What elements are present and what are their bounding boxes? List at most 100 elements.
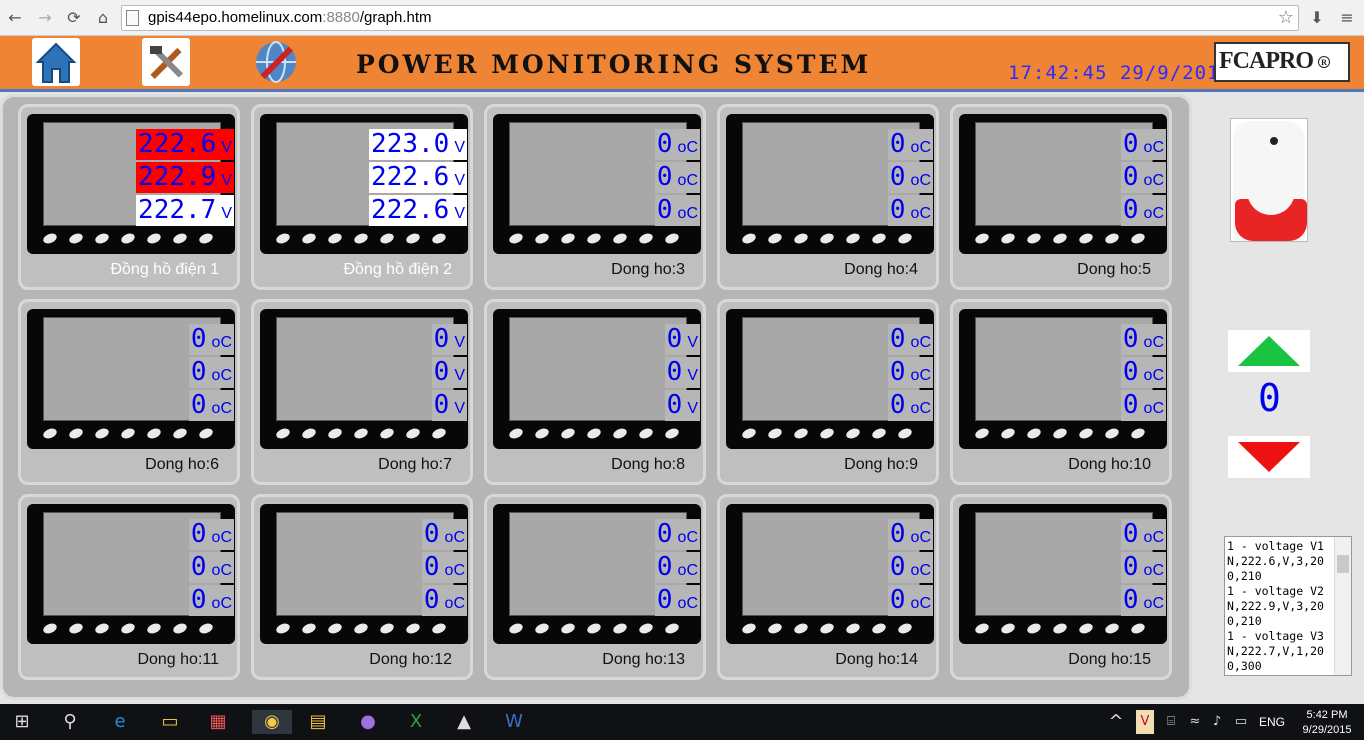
meter-card[interactable]: 0 oC 0 oC 0 oC Dong ho:3	[484, 104, 706, 290]
meter-keys	[39, 231, 225, 251]
meter-key-icon	[1025, 231, 1043, 246]
reading-unit: V	[454, 367, 465, 384]
meter-card[interactable]: 0 oC 0 oC 0 oC Dong ho:14	[717, 494, 939, 680]
meter-key-icon	[533, 621, 551, 636]
up-button[interactable]	[1228, 330, 1310, 372]
search-icon[interactable]: ⚲	[58, 710, 82, 734]
meter-device: 0 oC 0 oC 0 oC	[493, 504, 701, 644]
meter-key-icon	[430, 231, 448, 246]
paint-icon[interactable]: ●	[356, 710, 380, 734]
meter-reading: 222.6 V	[136, 129, 234, 160]
log-textarea[interactable]: 1 - voltage V1N,222.6,V,3,200,210 1 - vo…	[1224, 536, 1352, 676]
meter-reading: 0V	[664, 357, 700, 388]
keyboard-icon[interactable]: V	[1136, 710, 1154, 734]
reading-unit: oC	[677, 205, 698, 222]
meter-key-icon	[41, 231, 59, 246]
excel-icon[interactable]: X	[404, 710, 428, 734]
meter-reading: 0 oC	[654, 129, 700, 160]
windows-start-icon[interactable]: ⊞	[10, 710, 34, 734]
photos-icon[interactable]: ▲	[452, 710, 476, 734]
meter-reading: 222.6 V	[369, 195, 467, 226]
meter-key-icon	[274, 621, 292, 636]
word-icon[interactable]: W	[502, 710, 526, 734]
meter-key-icon	[300, 621, 318, 636]
meter-card[interactable]: 0 oC 0 oC 0 oC Dong ho:15	[950, 494, 1172, 680]
forward-icon[interactable]: →	[34, 7, 56, 29]
meter-key-icon	[93, 426, 111, 441]
reading-unit: oC	[910, 400, 931, 417]
back-icon[interactable]: ←	[4, 7, 26, 29]
scrollbar-thumb[interactable]	[1337, 555, 1349, 573]
edge-browser-icon[interactable]: e	[108, 710, 132, 734]
reading-unit: oC	[1143, 334, 1164, 351]
meter-key-icon	[637, 621, 655, 636]
meter-card[interactable]: 0 V 0 V 0 V Dong ho:8	[484, 299, 706, 485]
menu-icon[interactable]: ≡	[1336, 7, 1358, 29]
reading-unit: oC	[211, 334, 232, 351]
meter-card[interactable]: 0 oC 0 oC 0 oC Dong ho:5	[950, 104, 1172, 290]
folder-icon[interactable]: ▤	[306, 710, 330, 734]
meter-card[interactable]: 0 V 0 V 0 V Dong ho:7	[251, 299, 473, 485]
meter-reading: 0V	[664, 324, 700, 355]
meter-reading: 0 oC	[1120, 195, 1166, 226]
globe-icon	[256, 41, 296, 83]
home-icon[interactable]: ⌂	[92, 7, 114, 29]
reading-value: 0	[889, 552, 906, 582]
meter-label: Dong ho:6	[145, 456, 219, 473]
tray-chevron-icon[interactable]: ^	[1108, 710, 1124, 734]
alarm-siren-icon[interactable]	[1230, 118, 1308, 242]
url-text[interactable]: gpis44epo.homelinux.com:8880/graph.htm	[148, 9, 432, 26]
reading-value: 0	[423, 519, 440, 549]
meter-card[interactable]: 0 oC 0 oC 0 oC Dong ho:10	[950, 299, 1172, 485]
system-clock[interactable]: 5:42 PM 9/29/2015	[1300, 708, 1354, 738]
meter-key-icon	[67, 621, 85, 636]
meter-key-icon	[352, 621, 370, 636]
meter-reading: 222.7 V	[136, 195, 234, 226]
chrome-icon[interactable]: ◉	[252, 710, 292, 734]
meter-device: 0 oC 0 oC 0 oC	[260, 504, 468, 644]
notifications-icon[interactable]: ▭	[1232, 710, 1250, 734]
download-icon[interactable]: ⬇	[1306, 7, 1328, 29]
reading-unit: V	[687, 334, 698, 351]
reading-unit: V	[454, 334, 465, 351]
home-button[interactable]	[32, 38, 80, 86]
reading-unit: oC	[444, 595, 465, 612]
meter-card[interactable]: 0 oC 0 oC 0 oC Dong ho:13	[484, 494, 706, 680]
meter-card[interactable]: 0 oC 0 oC 0 oC Dong ho:9	[717, 299, 939, 485]
meter-card[interactable]: 0 oC 0 oC 0 oC Dong ho:6	[18, 299, 240, 485]
meter-reading: 0 oC	[421, 552, 467, 583]
bookmark-star-icon[interactable]: ☆	[1278, 7, 1294, 28]
meter-card[interactable]: 0 oC 0 oC 0 oC Dong ho:12	[251, 494, 473, 680]
meter-card[interactable]: 0 oC 0 oC 0 oC Dong ho:4	[717, 104, 939, 290]
reload-icon[interactable]: ⟳	[63, 7, 85, 29]
meter-key-icon	[999, 426, 1017, 441]
language-indicator[interactable]: ENG	[1259, 715, 1285, 729]
down-button[interactable]	[1228, 436, 1310, 478]
address-bar[interactable]: gpis44epo.homelinux.com:8880/graph.htm ☆	[121, 5, 1299, 31]
network-button[interactable]	[252, 38, 300, 86]
meter-card[interactable]: 223.0 V 222.6 V 222.6 V Đồng hồ điện 2	[251, 104, 473, 290]
meter-key-icon	[1103, 621, 1121, 636]
meter-card[interactable]: 222.6 V 222.9 V 222.7 V Đồng hồ điện 1	[18, 104, 240, 290]
meter-key-icon	[1077, 231, 1095, 246]
meter-reading: 0 oC	[654, 552, 700, 583]
meter-key-icon	[507, 621, 525, 636]
reading-value: 223.0	[371, 129, 450, 159]
wifi-icon[interactable]: ≈	[1186, 710, 1204, 734]
meter-key-icon	[1051, 621, 1069, 636]
app-icon[interactable]: ▦	[206, 710, 230, 734]
datetime-display: 17:42:45 29/9/2015	[1008, 62, 1232, 84]
meter-key-icon	[145, 231, 163, 246]
meter-key-icon	[197, 426, 215, 441]
volume-icon[interactable]: ♪	[1208, 710, 1226, 734]
meter-key-icon	[326, 426, 344, 441]
settings-button[interactable]	[142, 38, 190, 86]
log-scrollbar[interactable]	[1334, 537, 1351, 675]
network-tray-icon[interactable]: ⌸	[1162, 710, 1180, 734]
file-explorer-icon[interactable]: ▭	[158, 710, 182, 734]
meter-card[interactable]: 0 oC 0 oC 0 oC Dong ho:11	[18, 494, 240, 680]
meter-label: Dong ho:4	[844, 261, 918, 278]
meter-key-icon	[818, 231, 836, 246]
meter-screen	[509, 317, 687, 421]
meter-device: 222.6 V 222.9 V 222.7 V	[27, 114, 235, 254]
